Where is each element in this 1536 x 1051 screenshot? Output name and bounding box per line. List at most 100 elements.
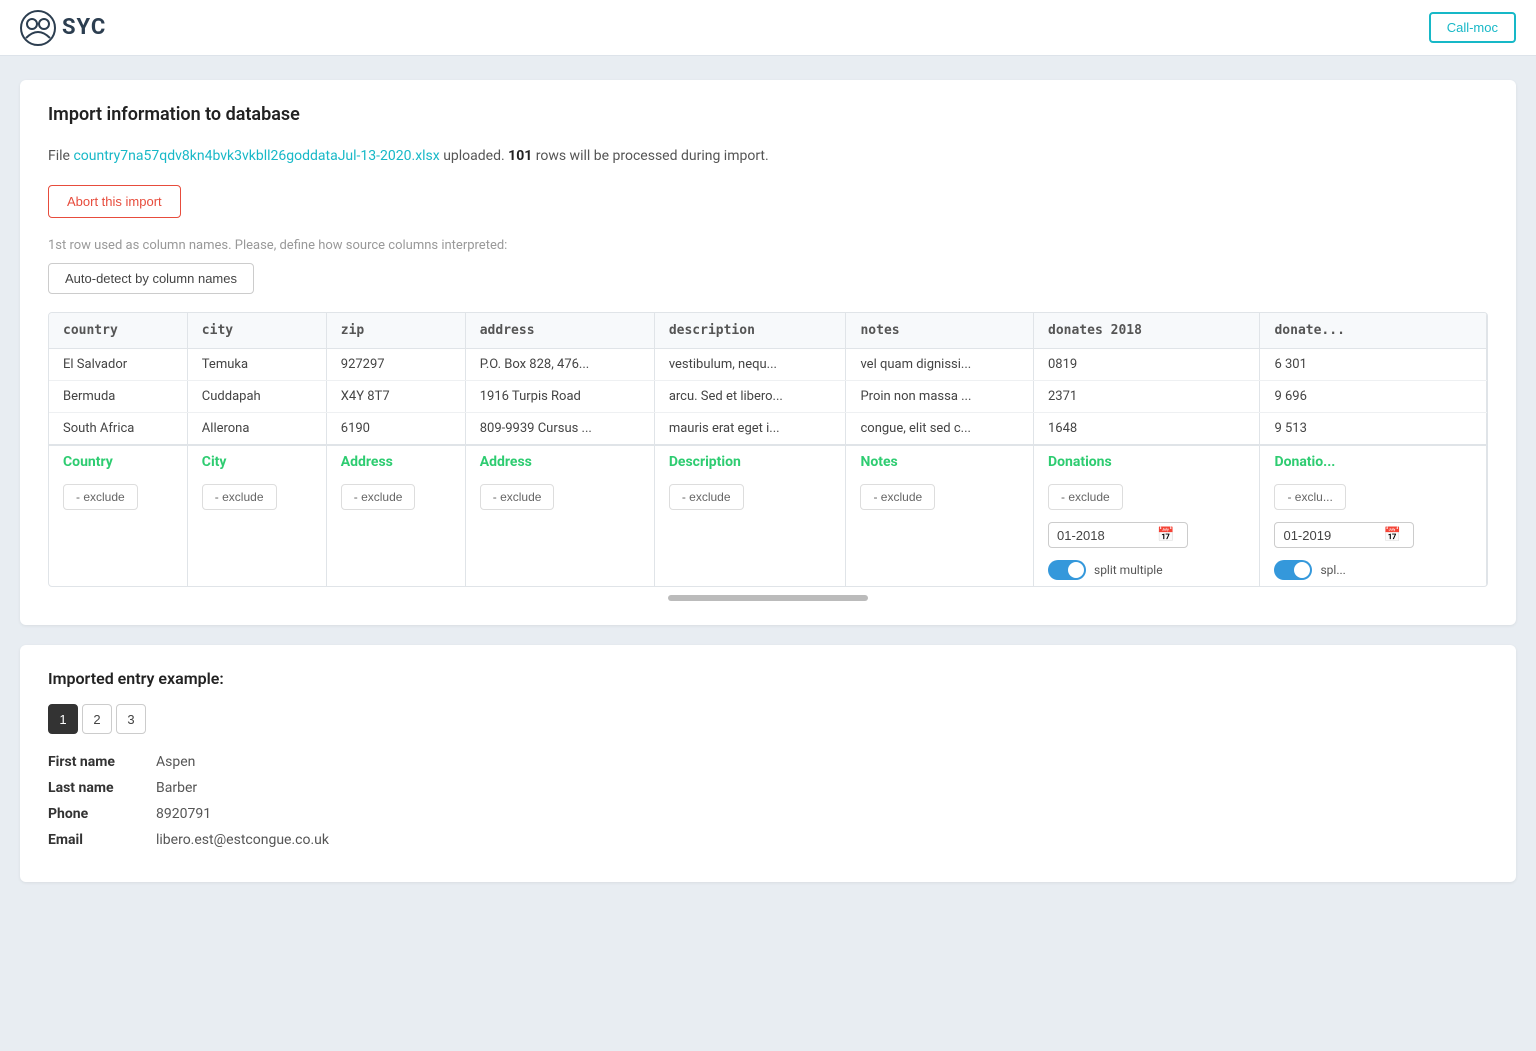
label-zip: Address — [326, 445, 465, 478]
toggle-wrapper-1[interactable]: split multiple — [1048, 560, 1245, 580]
split-multiple-toggle-1[interactable] — [1048, 560, 1086, 580]
table-row: Bermuda Cuddapah X4Y 8T7 1916 Turpis Roa… — [49, 381, 1487, 413]
exclude-donations2-btn[interactable]: - exclu... — [1274, 484, 1345, 510]
cell-zip-2: X4Y 8T7 — [326, 381, 465, 413]
date-desc — [654, 516, 846, 554]
action-zip[interactable]: - exclude — [326, 478, 465, 516]
email-value: libero.est@estcongue.co.uk — [156, 832, 329, 848]
date-input-wrapper-2[interactable]: 📅 — [1274, 522, 1414, 548]
label-donations2: Donatio... — [1260, 445, 1487, 478]
split-multiple-toggle-2[interactable] — [1274, 560, 1312, 580]
exclude-desc-btn[interactable]: - exclude — [669, 484, 744, 510]
auto-detect-button[interactable]: Auto-detect by column names — [48, 263, 254, 294]
field-phone: Phone 8920791 — [48, 806, 1488, 822]
cell-don-2: 9 696 — [1260, 381, 1487, 413]
cell-notes-1: vel quam dignissi... — [846, 349, 1034, 381]
cell-don-1: 6 301 — [1260, 349, 1487, 381]
action-address[interactable]: - exclude — [465, 478, 654, 516]
cell-desc-1: vestibulum, nequ... — [654, 349, 846, 381]
lastname-value: Barber — [156, 780, 197, 796]
table-label-row: Country City Address Address Description… — [49, 445, 1487, 478]
action-donations2[interactable]: - exclu... — [1260, 478, 1487, 516]
exclude-country-btn[interactable]: - exclude — [63, 484, 138, 510]
toggle-country — [49, 554, 187, 586]
col-header-donates2018: donates 2018 — [1034, 313, 1260, 349]
field-email: Email libero.est@estcongue.co.uk — [48, 832, 1488, 848]
page-btn-1[interactable]: 1 — [48, 704, 78, 734]
file-suffix-post: rows will be processed during import. — [532, 148, 768, 164]
exclude-notes-btn[interactable]: - exclude — [860, 484, 935, 510]
col-header-zip: zip — [326, 313, 465, 349]
scroll-indicator — [668, 595, 868, 601]
toggle-zip — [326, 554, 465, 586]
field-lastname: Last name Barber — [48, 780, 1488, 796]
col-hint: 1st row used as column names. Please, de… — [48, 238, 1488, 253]
table-date-row: 📅 📅 — [49, 516, 1487, 554]
file-info: File country7na57qdv8kn4bvk3vkbll26godda… — [48, 145, 1488, 167]
label-address: Address — [465, 445, 654, 478]
date-donations[interactable]: 📅 — [1034, 516, 1260, 554]
exclude-donations-btn[interactable]: - exclude — [1048, 484, 1123, 510]
cell-desc-3: mauris erat eget i... — [654, 413, 846, 446]
col-header-donate: donate... — [1260, 313, 1487, 349]
toggle-city — [187, 554, 326, 586]
toggle-notes — [846, 554, 1034, 586]
calendar-icon-2: 📅 — [1383, 527, 1400, 543]
action-description[interactable]: - exclude — [654, 478, 846, 516]
field-firstname: First name Aspen — [48, 754, 1488, 770]
date-input-wrapper-1[interactable]: 📅 — [1048, 522, 1188, 548]
action-donations[interactable]: - exclude — [1034, 478, 1260, 516]
date-city — [187, 516, 326, 554]
date-donations2[interactable]: 📅 — [1260, 516, 1487, 554]
cell-city-3: Allerona — [187, 413, 326, 446]
table-row: South Africa Allerona 6190 809-9939 Curs… — [49, 413, 1487, 446]
exclude-city-btn[interactable]: - exclude — [202, 484, 277, 510]
import-table-wrapper: country city zip address description not… — [48, 312, 1488, 587]
cell-zip-3: 6190 — [326, 413, 465, 446]
date-address — [465, 516, 654, 554]
cell-don2018-3: 1648 — [1034, 413, 1260, 446]
exclude-zip-btn[interactable]: - exclude — [341, 484, 416, 510]
firstname-label: First name — [48, 754, 148, 770]
logo: SYC — [20, 10, 106, 46]
date-notes — [846, 516, 1034, 554]
date-country — [49, 516, 187, 554]
date-input-2[interactable] — [1283, 528, 1383, 543]
toggle-donations[interactable]: split multiple — [1034, 554, 1260, 586]
table-row: El Salvador Temuka 927297 P.O. Box 828, … — [49, 349, 1487, 381]
logo-text: SYC — [62, 15, 106, 40]
action-country[interactable]: - exclude — [49, 478, 187, 516]
col-header-address: address — [465, 313, 654, 349]
cell-country-1: El Salvador — [49, 349, 187, 381]
col-header-country: country — [49, 313, 187, 349]
toggle-desc — [654, 554, 846, 586]
table-toggle-row: split multiple spl... — [49, 554, 1487, 586]
action-notes[interactable]: - exclude — [846, 478, 1034, 516]
main-content: Import information to database File coun… — [0, 56, 1536, 906]
cell-address-3: 809-9939 Cursus ... — [465, 413, 654, 446]
lastname-label: Last name — [48, 780, 148, 796]
toggle-wrapper-2[interactable]: spl... — [1274, 560, 1472, 580]
page-btn-2[interactable]: 2 — [82, 704, 112, 734]
file-rows: 101 — [508, 148, 532, 164]
cell-don2018-1: 0819 — [1034, 349, 1260, 381]
date-zip — [326, 516, 465, 554]
file-link[interactable]: country — [73, 148, 120, 164]
file-prefix: File — [48, 148, 73, 164]
entry-section-title: Imported entry example: — [48, 669, 1488, 688]
call-mode-button[interactable]: Call-moc — [1429, 12, 1516, 43]
app-header: SYC Call-moc — [0, 0, 1536, 56]
action-city[interactable]: - exclude — [187, 478, 326, 516]
cell-city-2: Cuddapah — [187, 381, 326, 413]
exclude-address-btn[interactable]: - exclude — [480, 484, 555, 510]
page-btn-3[interactable]: 3 — [116, 704, 146, 734]
abort-button[interactable]: Abort this import — [48, 185, 181, 218]
date-input-1[interactable] — [1057, 528, 1157, 543]
label-donations: Donations — [1034, 445, 1260, 478]
table-action-row: - exclude - exclude - exclude - exclude — [49, 478, 1487, 516]
table-header-row: country city zip address description not… — [49, 313, 1487, 349]
file-suffix-pre: uploaded. — [440, 148, 508, 164]
label-description: Description — [654, 445, 846, 478]
toggle-donations2[interactable]: spl... — [1260, 554, 1487, 586]
cell-zip-1: 927297 — [326, 349, 465, 381]
